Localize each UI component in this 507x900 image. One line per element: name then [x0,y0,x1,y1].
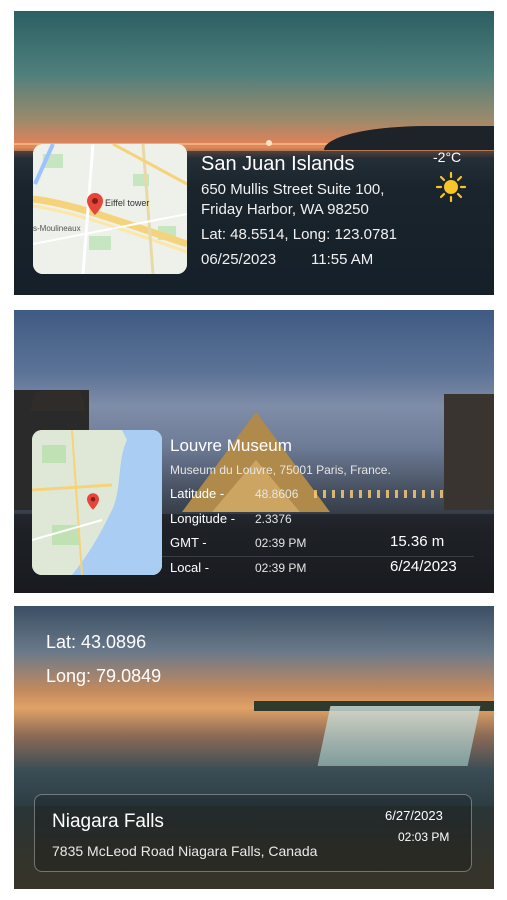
location-title: San Juan Islands [201,153,355,175]
date: 6/24/2023 [390,558,457,575]
map-thumbnail[interactable]: Eiffel tower s-Moulineaux [33,144,187,274]
address: Museum du Louvre, 75001 Paris, France. [170,463,391,477]
longitude-label: Longitude - [170,511,236,526]
location-title: Niagara Falls [52,811,164,832]
divider [162,556,474,557]
local-label: Local - [170,560,210,575]
latitude-label: Latitude - [170,486,225,501]
local-value: 02:39 PM [255,561,307,575]
setting-sun [266,140,272,146]
longitude-value: 2.3376 [255,512,292,526]
map-pin-label: Eiffel tower [105,198,150,208]
sun-icon [435,171,467,203]
coordinates: Lat: 48.5514, Long: 123.0781 [201,226,398,243]
map-place-label: s-Moulineaux [33,224,81,233]
info-panel: Niagara Falls 7835 McLeod Road Niagara F… [34,794,472,872]
building-left-roof [30,391,86,411]
island-silhouette [324,126,494,150]
photo-card-san-juan[interactable]: Eiffel tower s-Moulineaux San Juan Islan… [14,11,494,295]
photo-card-niagara[interactable]: Lat: 43.0896 Long: 79.0849 Niagara Falls… [14,606,494,889]
date: 6/27/2023 [385,808,443,823]
gmt-value: 02:39 PM [255,536,307,550]
photo-card-louvre[interactable]: Louvre Museum Museum du Louvre, 75001 Pa… [14,310,494,593]
longitude: Long: 79.0849 [46,666,162,686]
time: 11:55 AM [311,251,374,268]
gmt-label: GMT - [170,535,207,550]
address-line2: Friday Harbor, WA 98250 [201,201,369,218]
street-lights [314,490,444,498]
map-pin-icon [87,493,99,510]
altitude: 15.36 m [390,533,445,550]
location-title: Louvre Museum [170,436,292,455]
waterfall [317,706,481,766]
address: 7835 McLeod Road Niagara Falls, Canada [52,843,318,859]
address-line1: 650 Mullis Street Suite 100, [201,181,385,198]
temperature: -2°C [433,149,462,165]
latitude: Lat: 43.0896 [46,632,147,652]
time: 02:03 PM [398,830,450,844]
map-pin-icon [87,193,103,215]
date: 06/25/2023 [201,251,277,268]
map-thumbnail[interactable] [32,430,162,575]
map-graphic [33,144,187,274]
latitude-value: 48.8606 [255,487,299,501]
building-right [444,394,494,510]
